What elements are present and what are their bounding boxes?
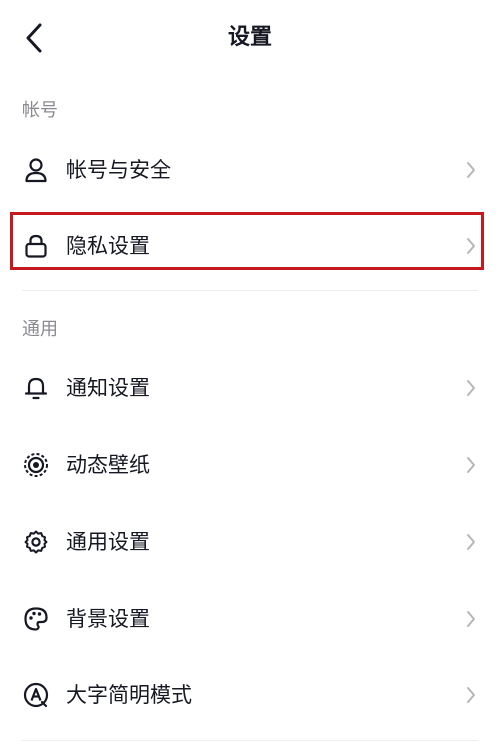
row-background-settings[interactable]: 背景设置 (0, 589, 500, 649)
chevron-right-icon (464, 455, 478, 475)
bell-icon (22, 374, 50, 402)
chevron-right-icon (464, 236, 478, 256)
row-label: 大字简明模式 (66, 683, 192, 707)
row-live-wallpaper[interactable]: 动态壁纸 (0, 435, 500, 495)
section-divider (22, 290, 478, 291)
row-privacy-settings[interactable]: 隐私设置 (0, 216, 500, 276)
row-label: 帐号与安全 (66, 158, 171, 182)
row-label: 动态壁纸 (66, 453, 150, 477)
chevron-right-icon (464, 609, 478, 629)
live-wallpaper-icon (22, 451, 50, 479)
row-account-security[interactable]: 帐号与安全 (0, 140, 500, 200)
palette-icon (22, 605, 50, 633)
chevron-right-icon (464, 378, 478, 398)
section-label-general: 通用 (22, 319, 58, 340)
chevron-right-icon (464, 160, 478, 180)
row-label: 通用设置 (66, 530, 150, 554)
row-notification-settings[interactable]: 通知设置 (0, 358, 500, 418)
chevron-right-icon (464, 532, 478, 552)
chevron-right-icon (464, 685, 478, 705)
section-label-account: 帐号 (22, 100, 58, 121)
user-icon (22, 156, 50, 184)
row-label: 隐私设置 (66, 234, 150, 258)
top-bar: 设置 (0, 0, 500, 76)
row-general-settings[interactable]: 通用设置 (0, 512, 500, 572)
gear-icon (22, 528, 50, 556)
row-large-text-mode[interactable]: 大字简明模式 (0, 665, 500, 725)
row-label: 通知设置 (66, 376, 150, 400)
bottom-divider (22, 740, 478, 741)
lock-icon (22, 232, 50, 260)
row-label: 背景设置 (66, 607, 150, 631)
large-text-icon (22, 681, 50, 709)
page-title: 设置 (227, 25, 272, 50)
